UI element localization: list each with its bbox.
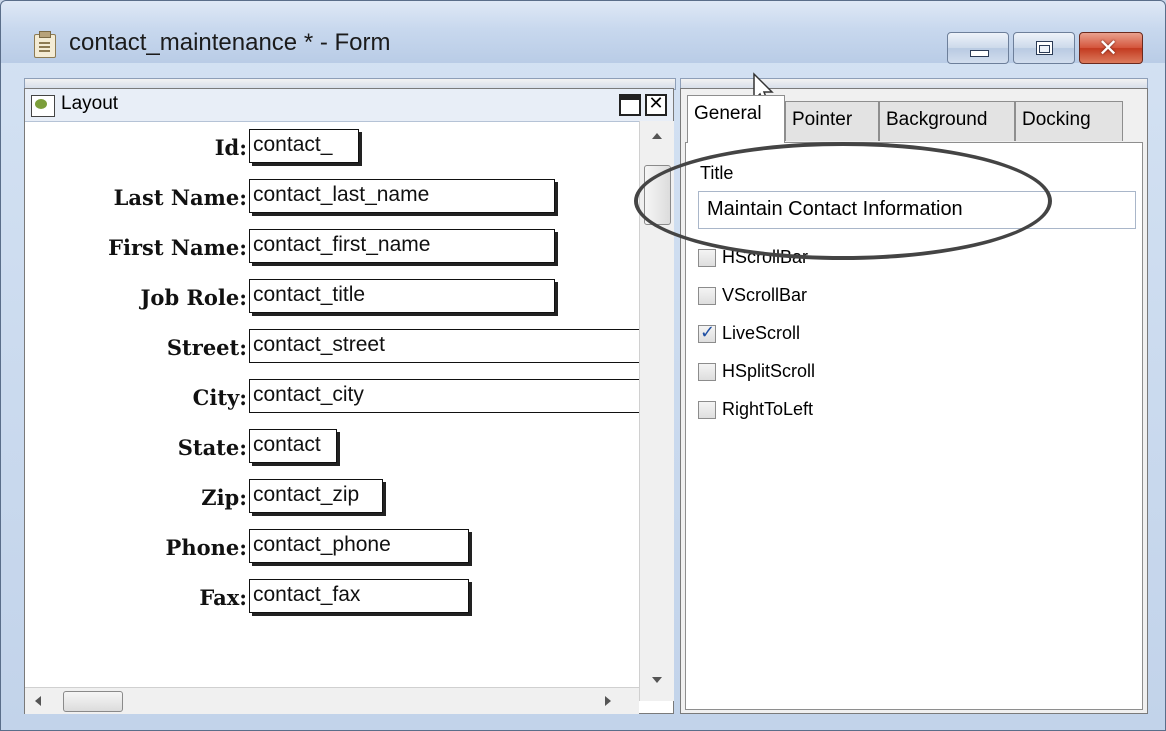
field-label: Street: (166, 335, 247, 360)
title-property-label: Title (700, 163, 734, 183)
field-row-job-role: Job Role: (25, 279, 248, 319)
field-label: Last Name: (113, 185, 247, 210)
field-label: Phone: (165, 535, 247, 560)
field-row-fax: Fax: (25, 579, 247, 619)
scroll-left-icon[interactable] (35, 696, 41, 706)
scroll-down-icon[interactable] (652, 677, 662, 683)
maximize-button[interactable] (1013, 32, 1075, 64)
checkbox-checked-icon[interactable] (698, 322, 716, 343)
field-row-street: Street: (25, 329, 247, 369)
checkbox-icon[interactable] (698, 287, 716, 305)
checkbox-icon[interactable] (698, 401, 716, 419)
field-street-input[interactable]: contact_street (249, 329, 639, 363)
layout-horizontal-scrollbar[interactable] (25, 687, 639, 714)
field-label: State: (177, 435, 247, 460)
close-icon: ✕ (1098, 34, 1119, 62)
field-row-id: Id: (25, 129, 247, 169)
field-label: Job Role: (140, 285, 248, 310)
field-row-first-name: First Name: (25, 229, 247, 269)
checkbox-icon[interactable] (698, 363, 716, 381)
checkbox-icon[interactable] (698, 249, 716, 267)
checkbox-label: HSplitScroll (722, 361, 816, 381)
field-first-name-input[interactable]: contact_first_name (249, 229, 555, 263)
properties-tabs: General Pointer Background Docking (681, 89, 1147, 145)
tab-general[interactable]: General (687, 95, 785, 143)
layout-header: Layout ✕ (25, 89, 673, 122)
field-id-input[interactable]: contact_ (249, 129, 359, 163)
field-row-state: State: (25, 429, 247, 469)
field-label: Fax: (199, 585, 247, 610)
checkbox-label: LiveScroll (722, 323, 801, 343)
field-city-input[interactable]: contact_city (249, 379, 639, 413)
close-button[interactable]: ✕ (1079, 32, 1143, 64)
vertical-scroll-thumb[interactable] (644, 165, 671, 225)
field-label: City: (192, 385, 247, 410)
maximize-icon (1036, 41, 1053, 55)
minimize-icon (970, 50, 989, 57)
field-job-role-input[interactable]: contact_title (249, 279, 555, 313)
field-fax-input[interactable]: contact_fax (249, 579, 469, 613)
field-label: Id: (214, 135, 247, 160)
horizontal-scroll-thumb[interactable] (63, 691, 123, 712)
layout-title: Layout (61, 93, 119, 114)
field-row-phone: Phone: (25, 529, 247, 569)
layout-pane: Layout ✕ Id: contact_ Last Name: contact… (24, 88, 674, 714)
minimize-button[interactable] (947, 32, 1009, 64)
scroll-right-icon[interactable] (605, 696, 611, 706)
field-label: First Name: (108, 235, 247, 260)
layout-close-button[interactable]: ✕ (645, 94, 667, 116)
tab-docking[interactable]: Docking (1015, 101, 1123, 141)
general-tab-panel: Title Maintain Contact Information HScro… (685, 142, 1143, 710)
tab-pointer[interactable]: Pointer (785, 101, 879, 141)
checkbox-label: VScrollBar (722, 285, 808, 305)
field-row-last-name: Last Name: (25, 179, 247, 219)
form-canvas: Id: contact_ Last Name: contact_last_nam… (25, 121, 639, 687)
window-title: contact_maintenance * - Form (69, 29, 391, 56)
checkbox-label: HScrollBar (722, 247, 809, 267)
tab-background[interactable]: Background (879, 101, 1015, 141)
field-state-input[interactable]: contact (249, 429, 337, 463)
field-row-city: City: (25, 379, 247, 419)
field-zip-input[interactable]: contact_zip (249, 479, 383, 513)
properties-pane: General Pointer Background Docking Title… (680, 88, 1148, 714)
layout-vertical-scrollbar[interactable] (639, 121, 674, 701)
field-label: Zip: (201, 485, 247, 510)
field-row-zip: Zip: (25, 479, 247, 519)
title-bar[interactable]: contact_maintenance * - Form ✕ (1, 1, 1165, 64)
layout-icon (31, 95, 55, 117)
title-property-input[interactable]: Maintain Contact Information (698, 191, 1136, 229)
form-app-icon (34, 31, 56, 58)
field-last-name-input[interactable]: contact_last_name (249, 179, 555, 213)
field-phone-input[interactable]: contact_phone (249, 529, 469, 563)
layout-maximize-button[interactable] (619, 94, 641, 116)
scroll-up-icon[interactable] (652, 133, 662, 139)
checkbox-label: RightToLeft (722, 399, 814, 419)
